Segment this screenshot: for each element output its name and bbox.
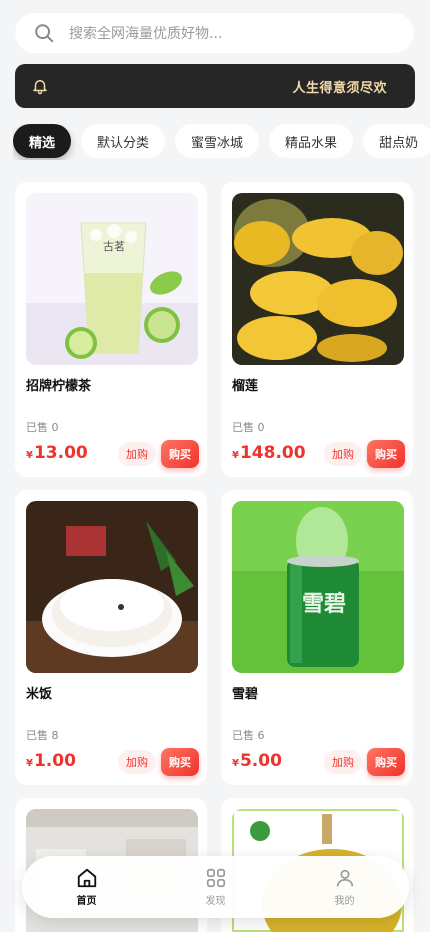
svg-text:古茗: 古茗 (103, 240, 125, 253)
product-price: ¥1.00 (26, 751, 76, 771)
sprite-can-image: 雪碧 (232, 501, 404, 673)
notice-banner[interactable]: 人生得意须尽欢 (15, 64, 415, 108)
add-to-cart-button[interactable]: 加购 (118, 442, 156, 466)
durian-image (232, 193, 404, 365)
buy-button[interactable]: 购买 (161, 440, 199, 468)
product-name: 招牌柠檬茶 (26, 379, 92, 394)
buy-button[interactable]: 购买 (367, 440, 405, 468)
tab-featured[interactable]: 精选 (13, 124, 72, 158)
home-icon (77, 868, 96, 888)
bottom-nav: 首页 发现 我的 (22, 856, 409, 918)
product-price: ¥148.00 (232, 443, 306, 463)
lemon-tea-image: 古茗 (26, 193, 198, 365)
product-name: 米饭 (26, 687, 53, 702)
add-to-cart-button[interactable]: 加购 (324, 442, 362, 466)
add-to-cart-button[interactable]: 加购 (324, 750, 362, 774)
tab-fruit[interactable]: 精品水果 (269, 124, 354, 158)
bell-icon (33, 80, 47, 95)
sold-count: 已售 8 (26, 729, 59, 742)
sold-count: 已售 6 (232, 729, 265, 742)
search-placeholder: 搜索全网海量优质好物... (69, 26, 223, 42)
product-name: 雪碧 (232, 687, 259, 702)
category-tabs: 精选 默认分类 蜜雪冰城 精品水果 甜点奶 (13, 124, 430, 160)
nav-label: 首页 (76, 896, 97, 907)
product-price: ¥13.00 (26, 443, 88, 463)
sold-count: 已售 0 (26, 421, 59, 434)
notice-text: 人生得意须尽欢 (292, 80, 387, 96)
add-to-cart-button[interactable]: 加购 (118, 750, 156, 774)
buy-button[interactable]: 购买 (367, 748, 405, 776)
sold-count: 已售 0 (232, 421, 265, 434)
search-icon (35, 24, 54, 43)
product-card[interactable]: 米饭 已售 8 ¥1.00 加购 购买 (15, 490, 207, 785)
nav-label: 我的 (334, 896, 355, 907)
product-card[interactable]: 雪碧 雪碧 已售 6 ¥5.00 加购 购买 (221, 490, 413, 785)
search-bar[interactable]: 搜索全网海量优质好物... (15, 13, 414, 53)
product-card[interactable]: 古茗 招牌柠檬茶 已售 0 ¥13.00 加购 购买 (15, 182, 207, 477)
user-icon (336, 869, 353, 887)
rice-image (26, 501, 198, 673)
tab-mixue[interactable]: 蜜雪冰城 (175, 124, 260, 158)
grid-icon (206, 868, 225, 888)
nav-discover[interactable]: 发现 (176, 867, 256, 907)
nav-label: 发现 (205, 896, 226, 907)
nav-home[interactable]: 首页 (47, 867, 127, 907)
svg-text:雪碧: 雪碧 (302, 591, 346, 617)
product-price: ¥5.00 (232, 751, 282, 771)
product-card[interactable]: 榴莲 已售 0 ¥148.00 加购 购买 (221, 182, 413, 477)
buy-button[interactable]: 购买 (161, 748, 199, 776)
tab-dessert[interactable]: 甜点奶 (363, 124, 430, 158)
product-name: 榴莲 (232, 379, 259, 394)
nav-mine[interactable]: 我的 (305, 867, 385, 907)
tab-default[interactable]: 默认分类 (81, 124, 166, 158)
